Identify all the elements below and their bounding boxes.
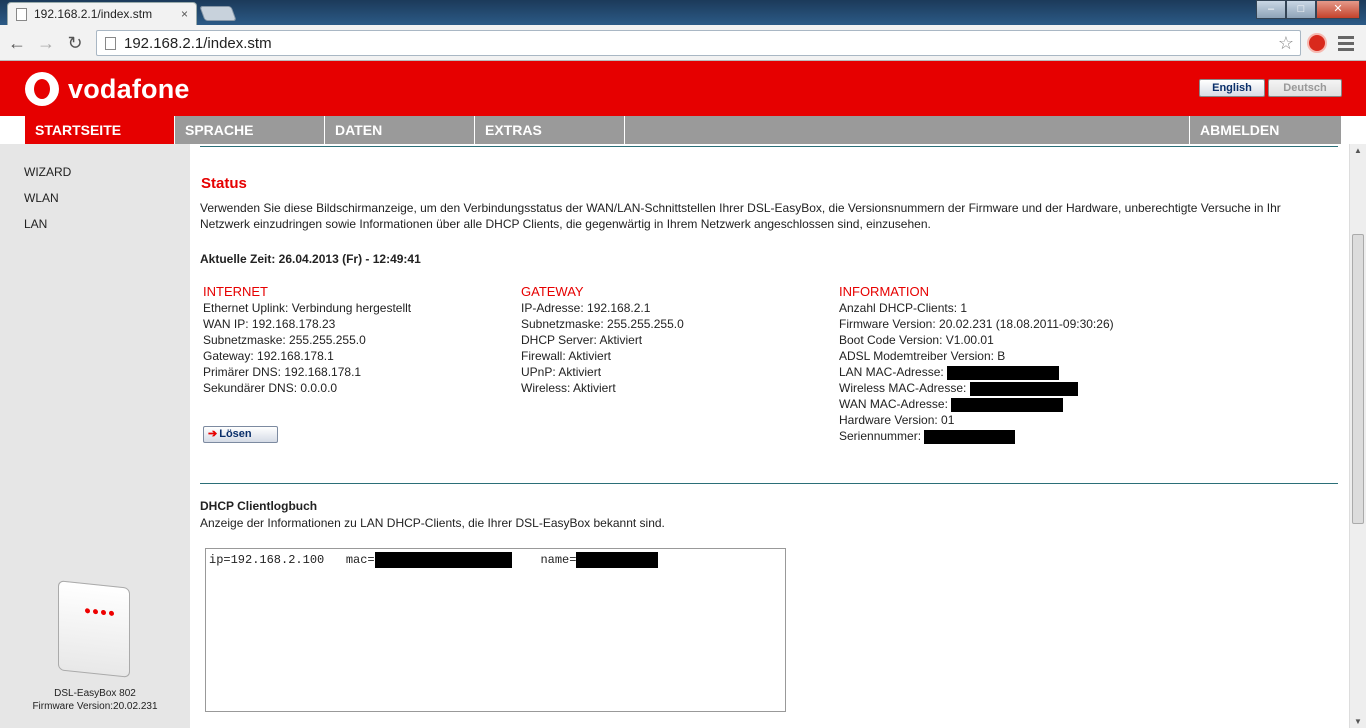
device-firmware: Firmware Version:20.02.231 xyxy=(32,701,158,712)
menu-abmelden[interactable]: ABMELDEN xyxy=(1190,116,1341,144)
menu-wrench-icon[interactable] xyxy=(1336,33,1356,53)
information-row: Wireless MAC-Adresse: xyxy=(839,380,1114,396)
redacted-block xyxy=(951,397,1064,412)
menu-extras[interactable]: EXTRAS xyxy=(475,116,625,144)
sidebar-item-wlan[interactable]: WLAN xyxy=(24,191,59,205)
gateway-heading: GATEWAY xyxy=(521,284,584,299)
internet-row: Ethernet Uplink: Verbindung hergestellt xyxy=(203,301,412,315)
information-row: LAN MAC-Adresse: xyxy=(839,364,1114,380)
main-menu: STARTSEITE SPRACHE DATEN EXTRAS ABMELDEN xyxy=(25,116,1341,144)
menu-sprache[interactable]: SPRACHE xyxy=(175,116,325,144)
browser-tab[interactable]: 192.168.2.1/index.stm × xyxy=(7,2,197,25)
redacted-block xyxy=(924,429,1016,444)
browser-toolbar: ← → ↻ 192.168.2.1/index.stm ☆ xyxy=(0,25,1366,61)
device-image xyxy=(54,580,136,678)
internet-row: Subnetzmaske: 255.255.255.0 xyxy=(203,333,366,347)
loesen-label: Lösen xyxy=(219,428,252,440)
dhcp-description: Anzeige der Informationen zu LAN DHCP-Cl… xyxy=(200,516,665,530)
vodafone-logo[interactable]: vodafone xyxy=(25,72,190,106)
vodafone-logo-icon xyxy=(25,72,59,106)
wireless-mac-label: Wireless MAC-Adresse: xyxy=(839,381,967,395)
divider xyxy=(200,146,1338,147)
redacted-block xyxy=(969,381,1078,396)
scroll-thumb[interactable] xyxy=(1352,234,1364,524)
sidebar-item-lan[interactable]: LAN xyxy=(24,217,47,231)
information-row: WAN MAC-Adresse: xyxy=(839,396,1114,412)
page-icon xyxy=(16,7,27,21)
internet-row: Primärer DNS: 192.168.178.1 xyxy=(203,365,362,379)
information-row: Boot Code Version: V1.00.01 xyxy=(839,333,994,347)
browser-titlebar: 192.168.2.1/index.stm × – □ ✕ xyxy=(0,0,1366,25)
extension-stop-icon[interactable] xyxy=(1307,33,1327,53)
page-icon xyxy=(105,36,116,50)
deutsch-button[interactable]: Deutsch xyxy=(1268,79,1342,97)
brand-name: vodafone xyxy=(68,73,190,104)
information-section: INFORMATION Anzahl DHCP-Clients: 1 Firmw… xyxy=(839,284,1114,444)
dhcp-title: DHCP Clientlogbuch xyxy=(200,499,318,513)
gateway-row: UPnP: Aktiviert xyxy=(521,365,602,379)
dhcp-log-textarea[interactable]: ip=192.168.2.100 mac= name= xyxy=(205,548,786,712)
internet-section: INTERNET Ethernet Uplink: Verbindung her… xyxy=(203,284,411,396)
page-scrollbar[interactable]: ▲ ▼ xyxy=(1349,144,1366,728)
scroll-down-icon[interactable]: ▼ xyxy=(1354,717,1362,726)
scroll-up-icon[interactable]: ▲ xyxy=(1354,146,1362,155)
english-button[interactable]: English xyxy=(1199,79,1265,97)
information-row: Anzahl DHCP-Clients: 1 xyxy=(839,301,968,315)
menu-daten[interactable]: DATEN xyxy=(325,116,475,144)
gateway-row: DHCP Server: Aktiviert xyxy=(521,333,643,347)
back-icon[interactable]: ← xyxy=(6,32,28,54)
information-row: Firmware Version: 20.02.231 (18.08.2011-… xyxy=(839,317,1114,331)
internet-row: WAN IP: 192.168.178.23 xyxy=(203,317,336,331)
internet-heading: INTERNET xyxy=(203,284,268,299)
loesen-button[interactable]: ➔ Lösen xyxy=(203,426,278,443)
menu-startseite[interactable]: STARTSEITE xyxy=(25,116,175,144)
current-time: Aktuelle Zeit: 26.04.2013 (Fr) - 12:49:4… xyxy=(200,252,421,266)
sidebar: WIZARD WLAN LAN DSL-EasyBox 802 Firmware… xyxy=(0,144,190,728)
arrow-right-icon: ➔ xyxy=(208,428,218,440)
dhcp-mac-label: mac= xyxy=(345,553,375,568)
reload-icon[interactable]: ↻ xyxy=(64,32,86,54)
internet-row: Sekundärer DNS: 0.0.0.0 xyxy=(203,381,338,395)
gateway-section: GATEWAY IP-Adresse: 192.168.2.1 Subnetzm… xyxy=(521,284,684,396)
sidebar-item-wizard[interactable]: WIZARD xyxy=(24,165,71,179)
tab-close-icon[interactable]: × xyxy=(181,7,188,21)
window-controls: – □ ✕ xyxy=(1256,0,1360,19)
maximize-icon[interactable]: □ xyxy=(1286,0,1316,19)
minimize-icon[interactable]: – xyxy=(1256,0,1286,19)
tab-title: 192.168.2.1/index.stm xyxy=(34,7,153,21)
address-bar[interactable]: 192.168.2.1/index.stm ☆ xyxy=(96,30,1301,56)
internet-row: Gateway: 192.168.178.1 xyxy=(203,349,334,363)
url-text[interactable]: 192.168.2.1/index.stm xyxy=(124,35,1278,52)
gateway-row: Wireless: Aktiviert xyxy=(521,381,616,395)
information-heading: INFORMATION xyxy=(839,284,930,299)
forward-icon[interactable]: → xyxy=(35,32,57,54)
wan-mac-label: WAN MAC-Adresse: xyxy=(839,397,948,411)
gateway-row: Subnetzmaske: 255.255.255.0 xyxy=(521,317,684,331)
redacted-block xyxy=(947,365,1060,380)
information-row: Hardware Version: 01 xyxy=(839,413,955,427)
dhcp-ip: ip=192.168.2.100 xyxy=(209,553,325,568)
menu-spacer xyxy=(625,116,1190,144)
redacted-block xyxy=(374,552,512,568)
device-name: DSL-EasyBox 802 xyxy=(54,688,136,699)
dhcp-name-label: name= xyxy=(540,553,577,568)
lan-mac-label: LAN MAC-Adresse: xyxy=(839,365,944,379)
redacted-block xyxy=(576,552,659,568)
gateway-row: Firewall: Aktiviert xyxy=(521,349,612,363)
information-row: ADSL Modemtreiber Version: B xyxy=(839,349,1006,363)
status-intro: Verwenden Sie diese Bildschirmanzeige, u… xyxy=(200,201,1281,231)
bookmark-star-icon[interactable]: ☆ xyxy=(1278,33,1294,54)
gateway-row: IP-Adresse: 192.168.2.1 xyxy=(521,301,651,315)
window-close-icon[interactable]: ✕ xyxy=(1316,0,1360,19)
divider xyxy=(200,483,1338,484)
page-title: Status xyxy=(201,175,247,192)
serial-label: Seriennummer: xyxy=(839,429,922,443)
site-header: vodafone English Deutsch xyxy=(0,61,1366,116)
information-row: Seriennummer: xyxy=(839,428,1114,444)
new-tab-button[interactable] xyxy=(199,6,237,21)
